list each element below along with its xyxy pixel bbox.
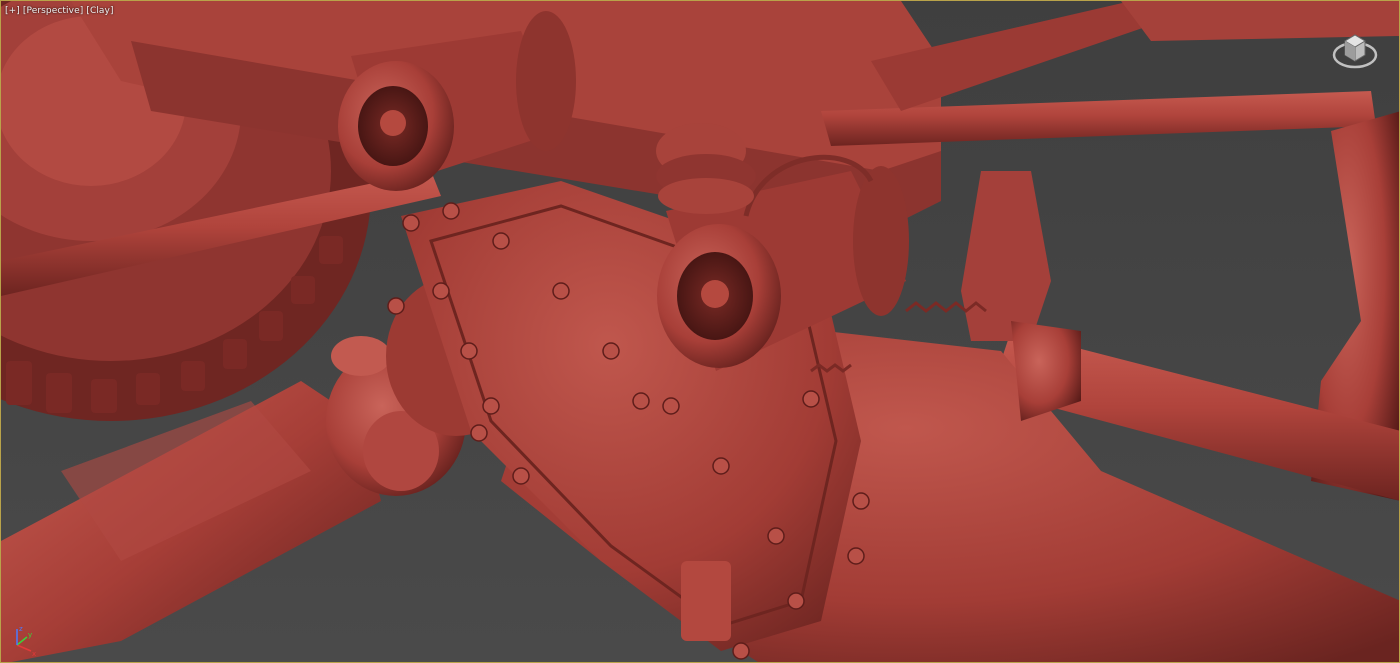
viewport-view-menu[interactable]: [Perspective] xyxy=(23,6,83,16)
viewport-shading-menu[interactable]: [Clay] xyxy=(86,6,113,16)
perspective-viewport[interactable]: [+] [Perspective] [Clay] x y z xyxy=(0,0,1400,663)
viewport-menu-plus[interactable]: [+] xyxy=(5,6,20,16)
viewcube-icon[interactable] xyxy=(1331,25,1379,73)
viewport-label: [+] [Perspective] [Clay] xyxy=(5,4,114,17)
axis-x-label: x xyxy=(32,650,36,658)
axis-y-label: y xyxy=(28,631,32,639)
axis-tripod-icon: x y z xyxy=(16,625,36,658)
axis-z-label: z xyxy=(19,625,23,633)
scene-render xyxy=(1,1,1399,662)
